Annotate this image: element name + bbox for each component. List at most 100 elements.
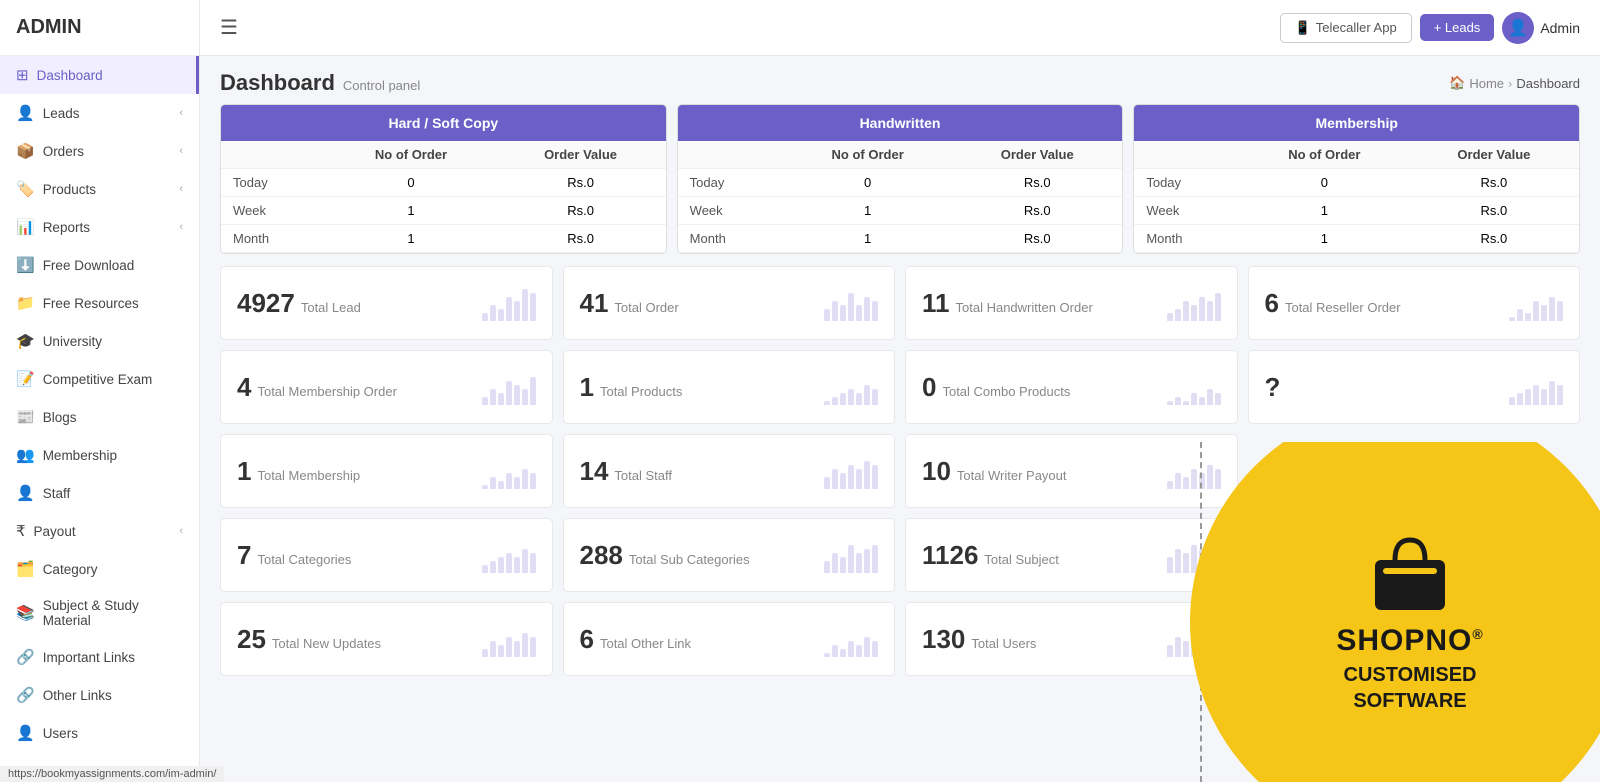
metric-card-total-products[interactable]: 1 Total Products	[563, 350, 896, 424]
sidebar-label-orders: Orders	[43, 144, 84, 159]
metric-card-total-subject[interactable]: 1126 Total Subject	[905, 518, 1238, 592]
metric-card-total-categories[interactable]: 7 Total Categories	[220, 518, 553, 592]
metric-card-total-staff[interactable]: 14 Total Staff	[563, 434, 896, 508]
breadcrumb-home[interactable]: Home	[1469, 76, 1504, 91]
sidebar-label-free-download: Free Download	[43, 258, 135, 273]
bar	[864, 637, 870, 657]
metric-value-total-staff: 14	[580, 456, 609, 487]
bar	[1557, 301, 1563, 321]
metric-card-total-reseller-order[interactable]: 6 Total Reseller Order	[1248, 266, 1581, 340]
sidebar-label-products: Products	[43, 182, 96, 197]
hamburger-icon[interactable]: ☰	[220, 15, 238, 40]
user-menu[interactable]: 👤 Admin	[1502, 12, 1580, 44]
sidebar-item-free-download[interactable]: ⬇️ Free Download	[0, 246, 199, 284]
bar	[1167, 313, 1173, 321]
bar	[514, 641, 520, 657]
bar	[1175, 637, 1181, 657]
metric-card-metric-hidden[interactable]: ?	[1248, 350, 1581, 424]
metric-left: 10 Total Writer Payout	[922, 456, 1067, 487]
sidebar-item-other-links[interactable]: 🔗 Other Links	[0, 676, 199, 714]
sidebar-item-blogs[interactable]: 📰 Blogs	[0, 398, 199, 436]
metric-label-total-categories: Total Categories	[257, 552, 351, 567]
bar	[482, 649, 488, 657]
bar	[1199, 297, 1205, 321]
leads-button[interactable]: + Leads	[1420, 14, 1495, 41]
bar	[824, 477, 830, 489]
metric-left: 4 Total Membership Order	[237, 372, 397, 403]
main-content: Dashboard Control panel 🏠 Home › Dashboa…	[200, 56, 1600, 782]
bar	[1199, 549, 1205, 573]
metric-card-total-order[interactable]: 41 Total Order	[563, 266, 896, 340]
sidebar-item-membership[interactable]: 👥 Membership	[0, 436, 199, 474]
metric-card-total-lead[interactable]: 4927 Total Lead	[220, 266, 553, 340]
sidebar-label-category: Category	[43, 562, 98, 577]
bar	[1191, 633, 1197, 657]
bar	[1199, 473, 1205, 489]
sidebar-item-payout[interactable]: ₹ Payout ‹	[0, 512, 199, 550]
metric-card-total-users[interactable]: 130 Total Users	[905, 602, 1238, 676]
metric-label-total-writer-payout: Total Writer Payout	[957, 468, 1067, 483]
bar	[498, 309, 504, 321]
sidebar-item-university[interactable]: 🎓 University	[0, 322, 199, 360]
metric-left: 41 Total Order	[580, 288, 679, 319]
bar	[1183, 641, 1189, 657]
sidebar-item-subject-study[interactable]: 📚 Subject & Study Material	[0, 588, 199, 638]
sidebar-icon-free-download: ⬇️	[16, 256, 35, 274]
sidebar-item-orders[interactable]: 📦 Orders ‹	[0, 132, 199, 170]
app-logo: ADMIN	[0, 0, 199, 56]
bar	[1207, 465, 1213, 489]
sidebar-icon-blogs: 📰	[16, 408, 35, 426]
sidebar-item-free-resources[interactable]: 📁 Free Resources	[0, 284, 199, 322]
metric-label-total-products: Total Products	[600, 384, 682, 399]
bar	[1525, 313, 1531, 321]
bar	[872, 389, 878, 405]
bar	[824, 653, 830, 657]
sidebar-item-reports[interactable]: 📊 Reports ‹	[0, 208, 199, 246]
metric-left: 0 Total Combo Products	[922, 372, 1070, 403]
metric-left: 11 Total Handwritten Order	[922, 288, 1093, 319]
sidebar-item-users[interactable]: 👤 Users	[0, 714, 199, 752]
metric-card-total-writer-payout[interactable]: 10 Total Writer Payout	[905, 434, 1238, 508]
metric-value-total-new-updates: 25	[237, 624, 266, 655]
metric-card-total-other-link[interactable]: 6 Total Other Link	[563, 602, 896, 676]
telecaller-button[interactable]: 📱 Telecaller App	[1280, 13, 1412, 43]
metric-card-total-membership[interactable]: 1 Total Membership	[220, 434, 553, 508]
sidebar-item-staff[interactable]: 👤 Staff	[0, 474, 199, 512]
metric-card-total-combo-products[interactable]: 0 Total Combo Products	[905, 350, 1238, 424]
bar	[1175, 549, 1181, 573]
metric-value-total-lead: 4927	[237, 288, 295, 319]
metric-label-total-combo-products: Total Combo Products	[942, 384, 1070, 399]
sidebar-item-category[interactable]: 🗂️ Category	[0, 550, 199, 588]
bar	[864, 385, 870, 405]
sidebar-item-competitive-exam[interactable]: 📝 Competitive Exam	[0, 360, 199, 398]
metric-card-total-membership-order[interactable]: 4 Total Membership Order	[220, 350, 553, 424]
sidebar-item-leads[interactable]: 👤 Leads ‹	[0, 94, 199, 132]
metric-label-total-sub-categories: Total Sub Categories	[629, 552, 750, 567]
bar-chart-icon	[482, 453, 536, 489]
bar	[1549, 297, 1555, 321]
sidebar-item-dashboard[interactable]: ⊞ Dashboard	[0, 56, 199, 94]
sidebar-label-payout: Payout	[34, 524, 76, 539]
metric-card-total-new-updates[interactable]: 25 Total New Updates	[220, 602, 553, 676]
sidebar-item-important-links[interactable]: 🔗 Important Links	[0, 638, 199, 676]
bar	[1167, 481, 1173, 489]
metric-value-total-categories: 7	[237, 540, 251, 571]
bar	[506, 381, 512, 405]
avatar: 👤	[1502, 12, 1534, 44]
bar	[522, 389, 528, 405]
sidebar-item-products[interactable]: 🏷️ Products ‹	[0, 170, 199, 208]
metric-left: 6 Total Other Link	[580, 624, 692, 655]
bar	[824, 309, 830, 321]
bar	[848, 641, 854, 657]
metric-value-total-combo-products: 0	[922, 372, 936, 403]
bar	[1207, 541, 1213, 573]
metric-card-total-handwritten-order[interactable]: 11 Total Handwritten Order	[905, 266, 1238, 340]
metric-label-total-membership: Total Membership	[257, 468, 360, 483]
bar	[1533, 385, 1539, 405]
metric-card-total-sub-categories[interactable]: 288 Total Sub Categories	[563, 518, 896, 592]
bar	[832, 553, 838, 573]
metric-left: 4927 Total Lead	[237, 288, 361, 319]
bar	[498, 645, 504, 657]
sidebar-label-other-links: Other Links	[43, 688, 112, 703]
sidebar-label-competitive-exam: Competitive Exam	[43, 372, 153, 387]
